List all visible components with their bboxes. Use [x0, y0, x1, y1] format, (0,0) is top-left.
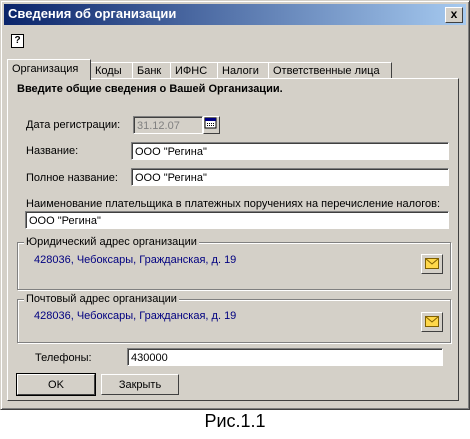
payer-label: Наименование плательщика в платежных пор…: [26, 198, 441, 210]
full-name-field[interactable]: ООО "Регина": [131, 168, 449, 186]
help-icon[interactable]: ?: [11, 34, 24, 48]
close-icon[interactable]: x: [445, 7, 463, 23]
legal-address-value: 428036, Чебоксары, Гражданская, д. 19: [34, 254, 237, 266]
tab-ifns[interactable]: ИФНС: [170, 62, 218, 79]
phones-field[interactable]: 430000: [127, 348, 443, 366]
calendar-button[interactable]: [203, 116, 220, 134]
reg-date-label: Дата регистрации:: [26, 119, 121, 131]
envelope-icon: [425, 316, 439, 327]
postal-address-edit-button[interactable]: [421, 312, 443, 332]
tab-organization[interactable]: Организация: [7, 59, 91, 80]
reg-date-field[interactable]: 31.12.07: [133, 116, 203, 134]
envelope-icon: [425, 258, 439, 269]
figure-caption: Рис.1.1: [204, 411, 266, 431]
tab-bank[interactable]: Банк: [132, 62, 171, 79]
title-bar[interactable]: Сведения об организации x: [4, 4, 466, 25]
legal-address-edit-button[interactable]: [421, 254, 443, 274]
tab-taxes[interactable]: Налоги: [217, 62, 269, 79]
tab-codes[interactable]: Коды: [90, 62, 133, 79]
window-title: Сведения об организации: [8, 6, 177, 21]
name-field[interactable]: ООО "Регина": [131, 142, 449, 160]
payer-field[interactable]: ООО "Регина": [25, 211, 449, 229]
legal-address-title: Юридический адрес организации: [24, 236, 199, 248]
form-heading: Введите общие сведения о Вашей Организац…: [17, 83, 283, 95]
close-button[interactable]: Закрыть: [101, 374, 179, 395]
legal-address-group: [17, 242, 451, 290]
name-label: Название:: [26, 145, 79, 157]
postal-address-value: 428036, Чебоксары, Гражданская, д. 19: [34, 310, 237, 322]
calendar-icon: [204, 117, 217, 129]
full-name-label: Полное название:: [26, 172, 118, 184]
tab-responsible-persons[interactable]: Ответственные лица: [268, 62, 392, 79]
phones-label: Телефоны:: [35, 352, 92, 364]
postal-address-title: Почтовый адрес организации: [24, 293, 179, 305]
ok-button[interactable]: OK: [16, 373, 96, 396]
